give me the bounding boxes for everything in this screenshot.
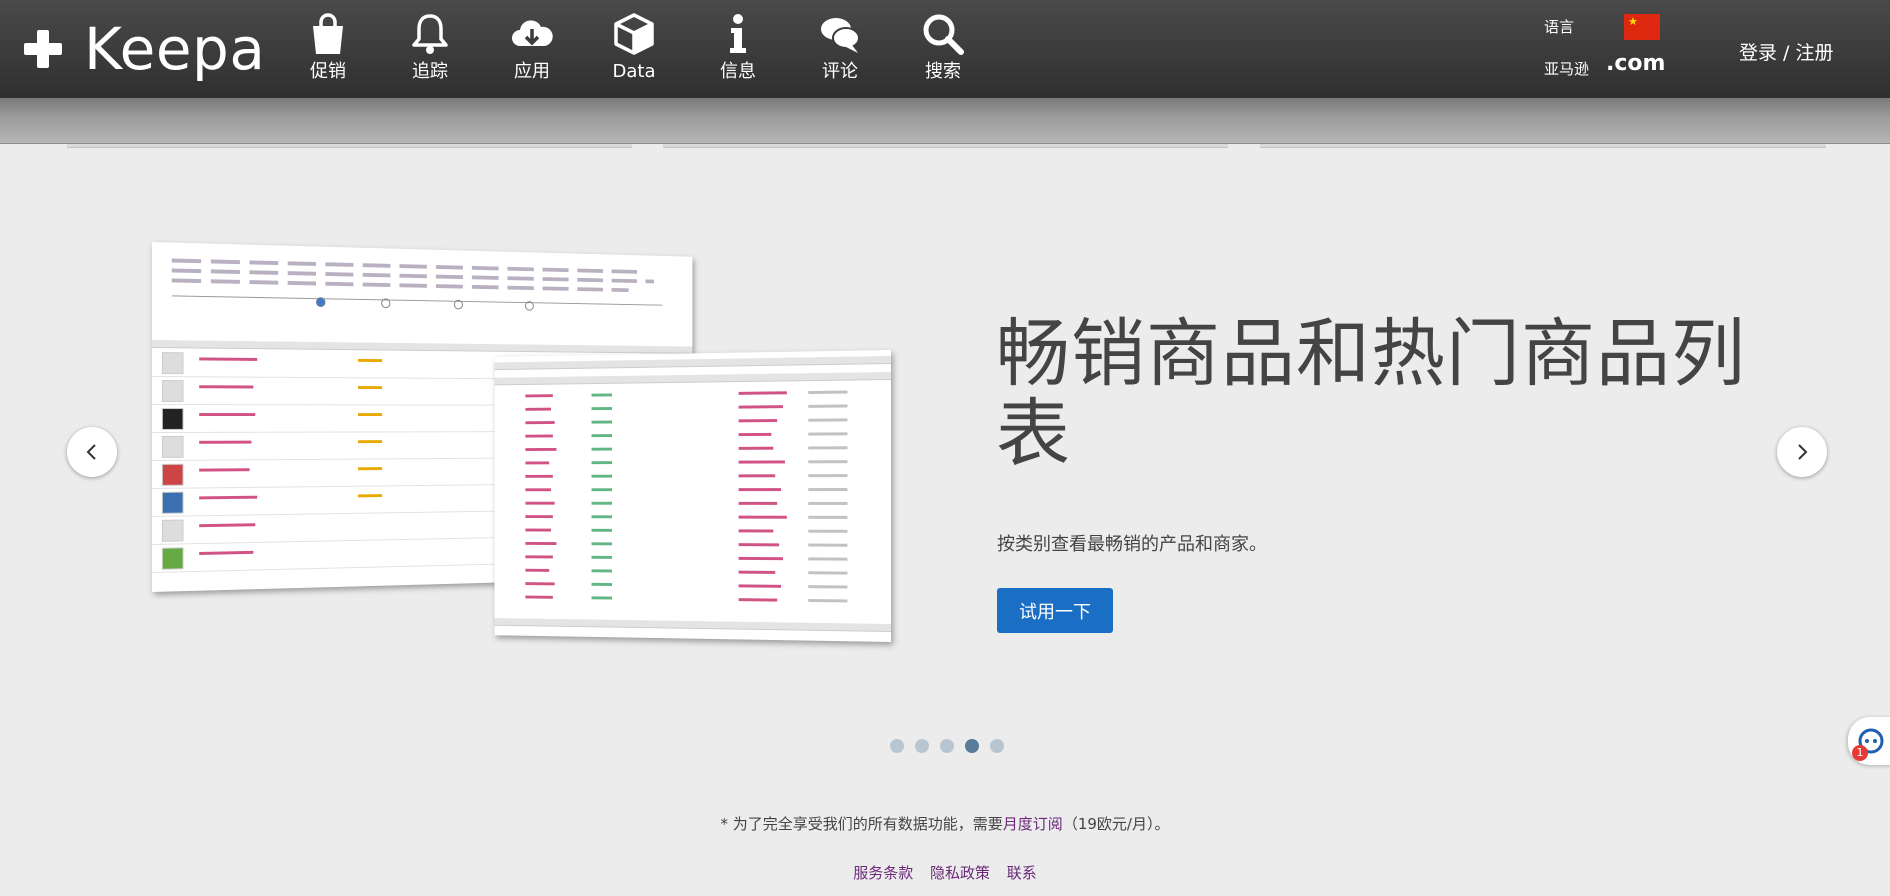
note-suffix: （19欧元/月）。 bbox=[1062, 815, 1170, 833]
note-prefix: * 为了完全享受我们的所有数据功能，需要 bbox=[720, 815, 1003, 833]
carousel-dot-5[interactable] bbox=[990, 739, 1004, 753]
nav-info[interactable]: 信息 bbox=[688, 8, 788, 90]
carousel-prev-button[interactable] bbox=[67, 427, 117, 477]
seller-table-screenshot bbox=[494, 350, 891, 642]
nav-apps[interactable]: 应用 bbox=[482, 8, 582, 90]
nav-label: 评论 bbox=[822, 61, 858, 82]
bell-icon bbox=[412, 14, 448, 54]
notification-badge: 1 bbox=[1852, 745, 1868, 761]
sub-navbar bbox=[0, 98, 1890, 144]
support-chat-button[interactable]: 1 bbox=[1848, 717, 1890, 765]
nav-data[interactable]: Data bbox=[584, 8, 684, 90]
card-edge bbox=[1260, 144, 1826, 148]
privacy-policy-link[interactable]: 隐私政策 bbox=[930, 864, 990, 882]
cloud-download-icon bbox=[512, 20, 553, 46]
slide-description: 按类别查看最畅销的产品和商家。 bbox=[997, 534, 1267, 555]
nav-search[interactable]: 搜索 bbox=[893, 8, 993, 90]
nav-label: 应用 bbox=[514, 61, 550, 82]
carousel-dot-4[interactable] bbox=[965, 739, 979, 753]
top-navbar: Keepa 促销 追踪 应用 Data 信息 评论 搜索 语言 ★ 亚马逊 .c… bbox=[0, 0, 1890, 98]
contact-link[interactable]: 联系 bbox=[1007, 864, 1037, 882]
terms-of-service-link[interactable]: 服务条款 bbox=[853, 864, 913, 882]
amazon-domain-selector[interactable]: .com bbox=[1606, 51, 1665, 76]
card-edge bbox=[67, 144, 632, 148]
try-it-button[interactable]: 试用一下 bbox=[997, 588, 1113, 633]
slide-title: 畅销商品和热门商品列表 bbox=[996, 311, 1746, 477]
cube-icon bbox=[614, 13, 654, 55]
monthly-subscription-link[interactable]: 月度订阅 bbox=[1003, 815, 1063, 833]
nav-label: 追踪 bbox=[412, 61, 448, 82]
shopping-bag-icon bbox=[313, 13, 343, 54]
login-register-link[interactable]: 登录 / 注册 bbox=[1739, 38, 1833, 65]
amazon-market-label: 亚马逊 bbox=[1544, 60, 1590, 78]
subscription-note: * 为了完全享受我们的所有数据功能，需要月度订阅（19欧元/月）。 bbox=[0, 813, 1890, 834]
chat-bubble-icon bbox=[821, 18, 860, 53]
card-edge bbox=[663, 144, 1228, 148]
nav-tracking[interactable]: 追踪 bbox=[380, 8, 480, 90]
carousel-dot-1[interactable] bbox=[890, 739, 904, 753]
nav-label: 信息 bbox=[720, 61, 756, 82]
nav-deals[interactable]: 促销 bbox=[278, 8, 378, 90]
plus-logo-icon bbox=[24, 30, 62, 68]
category-strip bbox=[171, 252, 663, 306]
carousel-dot-2[interactable] bbox=[915, 739, 929, 753]
carousel-dot-3[interactable] bbox=[940, 739, 954, 753]
chevron-left-icon bbox=[86, 444, 96, 460]
china-flag-icon[interactable]: ★ bbox=[1624, 14, 1660, 40]
carousel-next-button[interactable] bbox=[1777, 427, 1827, 477]
nav-label: Data bbox=[612, 61, 656, 82]
nav-reviews[interactable]: 评论 bbox=[790, 8, 890, 90]
language-label: 语言 bbox=[1544, 18, 1575, 36]
keepa-logo[interactable]: Keepa bbox=[24, 14, 265, 84]
nav-label: 促销 bbox=[310, 61, 346, 82]
brand-name: Keepa bbox=[84, 15, 266, 83]
nav-label: 搜索 bbox=[925, 61, 961, 82]
search-icon bbox=[923, 14, 964, 55]
chevron-right-icon bbox=[1798, 444, 1808, 460]
info-icon bbox=[730, 14, 746, 53]
footer-links: 服务条款 隐私政策 联系 bbox=[0, 862, 1890, 883]
